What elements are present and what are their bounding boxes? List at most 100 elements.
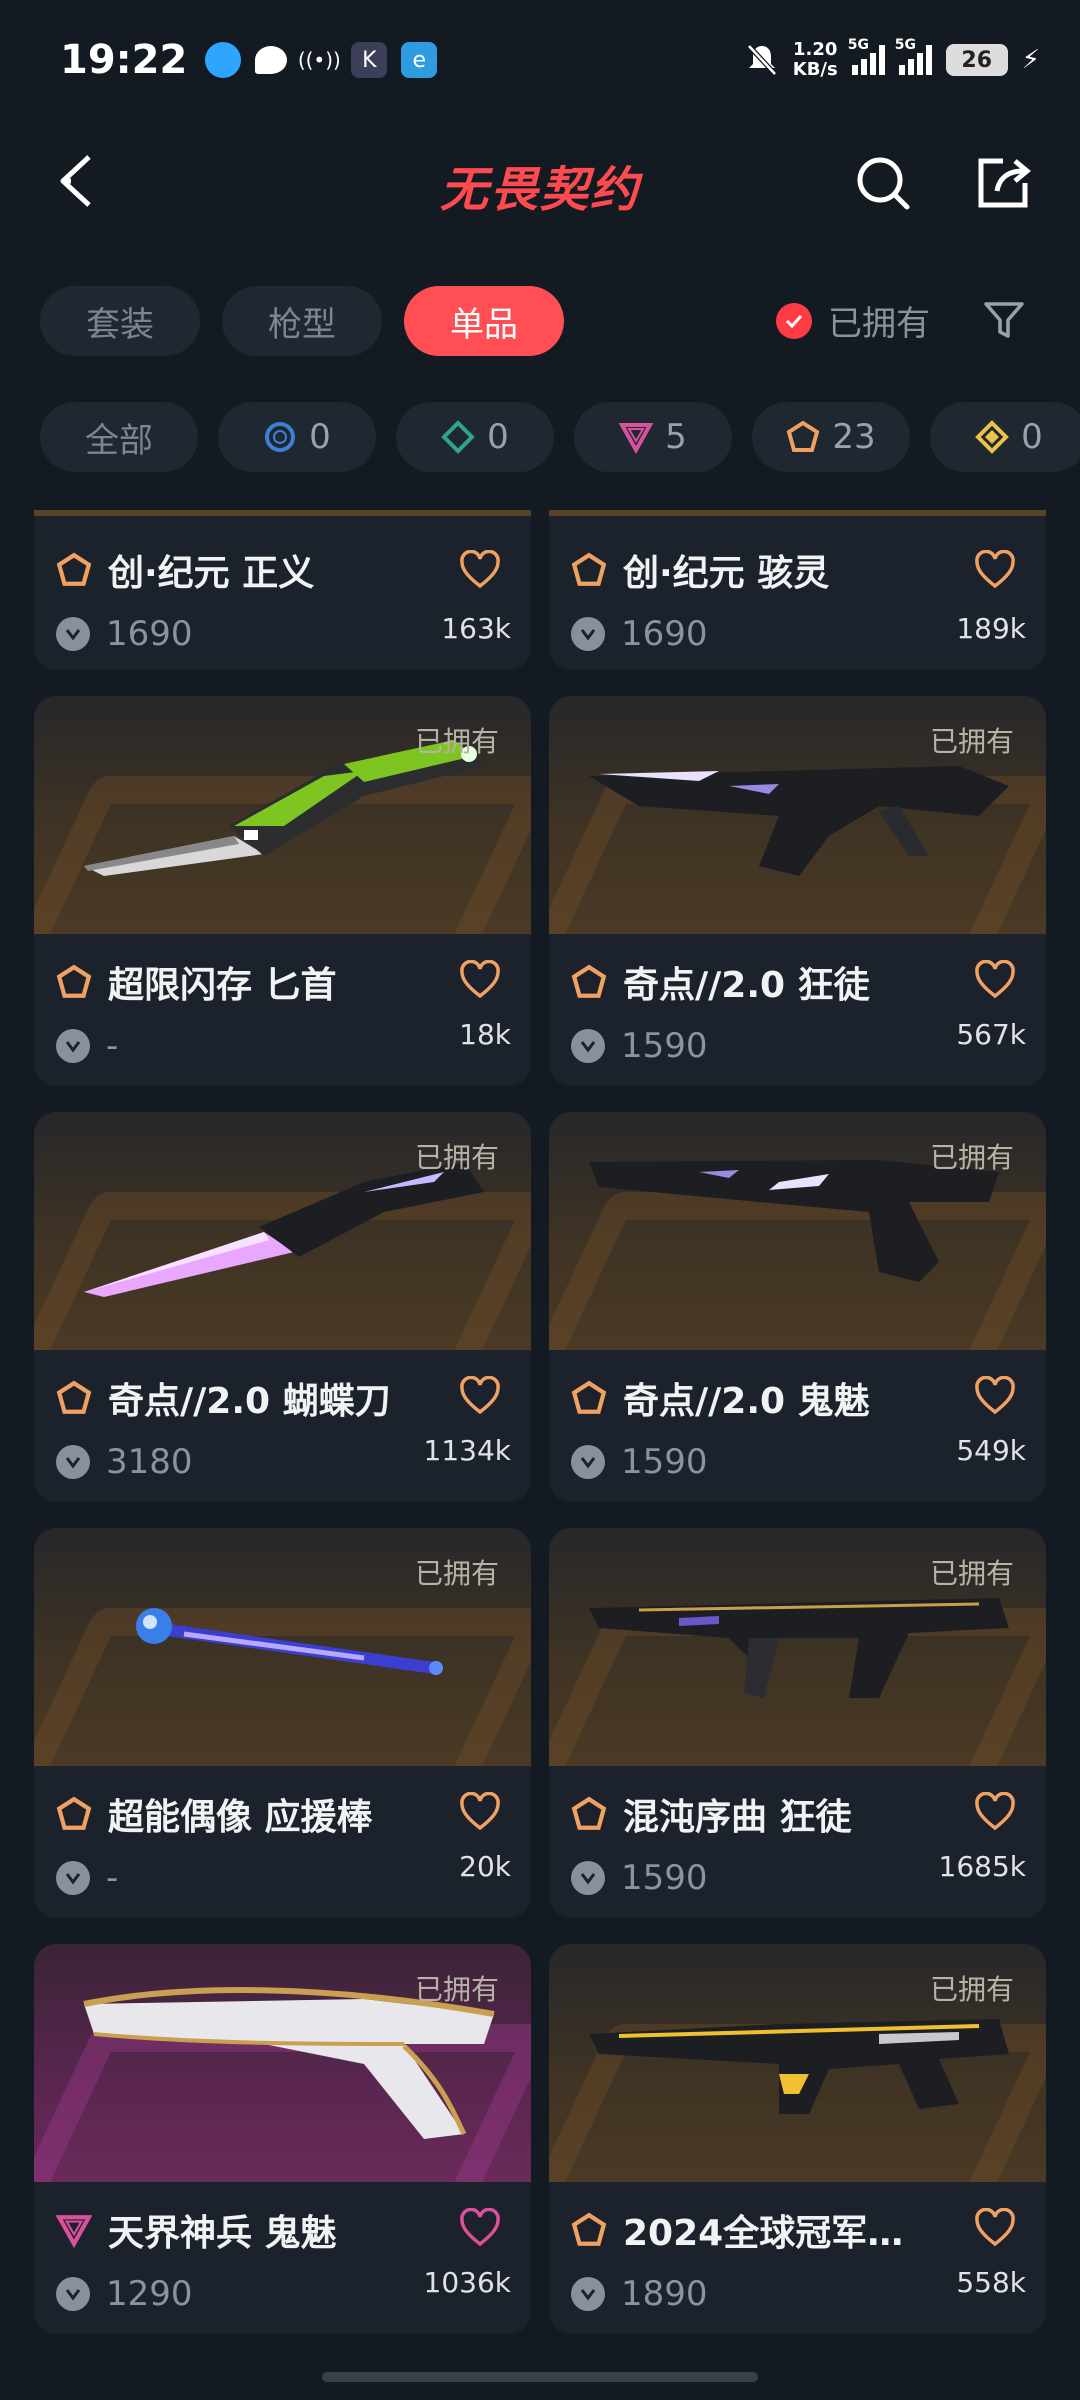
tier-filter-orange[interactable]: 23 bbox=[752, 402, 910, 472]
vp-currency-icon bbox=[571, 2277, 605, 2311]
item-name: 奇点//2.0 蝴蝶刀 bbox=[108, 1381, 391, 1422]
item-name: 超限闪存 匕首 bbox=[108, 965, 337, 1006]
item-card[interactable]: 创·纪元 骇灵 1690 189k bbox=[549, 510, 1046, 670]
item-name: 2024全球冠军… bbox=[623, 2213, 904, 2254]
item-name: 创·纪元 骇灵 bbox=[623, 553, 830, 594]
chat-bubble-icon bbox=[255, 46, 288, 74]
item-image: 已拥有 bbox=[549, 1112, 1046, 1350]
bell-muted-icon bbox=[746, 44, 777, 76]
item-price: 1590 bbox=[621, 1858, 708, 1898]
item-card[interactable]: 已拥有 混沌序曲 狂徒 1590 1685k bbox=[549, 1528, 1046, 1918]
app-k-icon: K bbox=[351, 42, 388, 78]
item-card[interactable]: 已拥有 2024全球冠军… 1890 558k bbox=[549, 1944, 1046, 2334]
like-count: 18k bbox=[459, 1018, 511, 1051]
vp-currency-icon bbox=[571, 1029, 605, 1063]
share-button[interactable] bbox=[968, 148, 1038, 218]
item-price: 1290 bbox=[106, 2274, 193, 2314]
heart-icon[interactable] bbox=[974, 1376, 1016, 1416]
owned-badge: 已拥有 bbox=[414, 725, 499, 758]
tier-filter-green[interactable]: 0 bbox=[396, 402, 554, 472]
heart-icon[interactable] bbox=[459, 2208, 501, 2248]
like-count: 558k bbox=[956, 2266, 1026, 2299]
item-card[interactable]: 已拥有 奇点//2.0 狂徒 1590 567k bbox=[549, 696, 1046, 1086]
tier-filter-pink[interactable]: 5 bbox=[574, 402, 732, 472]
tab-suits[interactable]: 套装 bbox=[40, 286, 200, 356]
vp-currency-icon bbox=[571, 1445, 605, 1479]
tier-filter-all[interactable]: 全部 bbox=[40, 402, 198, 472]
item-card[interactable]: 已拥有 奇点//2.0 鬼魅 1590 549k bbox=[549, 1112, 1046, 1502]
heart-icon[interactable] bbox=[974, 550, 1016, 590]
item-price: 1890 bbox=[621, 2274, 708, 2314]
share-icon bbox=[978, 158, 1031, 208]
owned-filter-toggle[interactable]: 已拥有 bbox=[776, 296, 930, 345]
heart-icon[interactable] bbox=[459, 1792, 501, 1832]
item-card[interactable]: 已拥有 超能偶像 应援棒 - 20k bbox=[34, 1528, 531, 1918]
like-count: 20k bbox=[459, 1850, 511, 1883]
vp-currency-icon bbox=[571, 1861, 605, 1895]
owned-badge: 已拥有 bbox=[929, 1141, 1014, 1174]
heart-icon[interactable] bbox=[974, 2208, 1016, 2248]
tier-pink-icon bbox=[619, 423, 654, 454]
like-count: 1685k bbox=[938, 1850, 1026, 1883]
tier-blue-icon bbox=[265, 422, 296, 452]
signal-2-icon: 5G bbox=[895, 37, 932, 75]
item-name: 创·纪元 正义 bbox=[108, 553, 315, 594]
search-button[interactable] bbox=[848, 148, 918, 218]
brand-logo: 无畏契约 bbox=[439, 162, 640, 218]
tier-orange-icon bbox=[571, 552, 607, 586]
item-image: 已拥有 bbox=[34, 1112, 531, 1350]
like-count: 549k bbox=[956, 1434, 1026, 1467]
tier-orange-icon bbox=[571, 964, 607, 998]
signal-1-icon: 5G bbox=[848, 37, 885, 75]
charging-icon: ⚡ bbox=[1021, 45, 1040, 75]
tab-gun-type[interactable]: 枪型 bbox=[222, 286, 382, 356]
tier-orange-icon bbox=[571, 1380, 607, 1414]
tier-orange-icon bbox=[56, 964, 92, 998]
item-price: 1590 bbox=[621, 1026, 708, 1066]
item-price: 1590 bbox=[621, 1442, 708, 1482]
item-image: 已拥有 bbox=[549, 1944, 1046, 2182]
type-tabs: 套装 枪型 单品 bbox=[40, 286, 564, 356]
item-card[interactable]: 已拥有 奇点//2.0 蝴蝶刀 3180 1134k bbox=[34, 1112, 531, 1502]
heart-icon[interactable] bbox=[974, 1792, 1016, 1832]
net-speed: 1.20 KB/s bbox=[792, 39, 838, 80]
item-image: 已拥有 bbox=[549, 1528, 1046, 1766]
status-time: 19:22 bbox=[60, 37, 188, 83]
item-name: 超能偶像 应援棒 bbox=[108, 1797, 373, 1838]
owned-filter-label: 已拥有 bbox=[828, 304, 930, 344]
owned-badge: 已拥有 bbox=[414, 1973, 499, 2006]
item-image: 已拥有 bbox=[34, 1528, 531, 1766]
filter-button[interactable] bbox=[974, 290, 1034, 350]
item-grid: 创·纪元 正义 1690 163k 创·纪元 骇灵 1690 189k 已拥有 … bbox=[34, 510, 1046, 2360]
vp-currency-icon bbox=[56, 1445, 90, 1479]
battery-icon: 26 bbox=[945, 44, 1008, 76]
search-icon bbox=[857, 157, 910, 210]
item-name: 奇点//2.0 狂徒 bbox=[623, 965, 870, 1006]
item-price: 1690 bbox=[106, 614, 193, 654]
item-name: 混沌序曲 狂徒 bbox=[623, 1797, 852, 1838]
like-count: 567k bbox=[956, 1018, 1026, 1051]
owned-badge: 已拥有 bbox=[929, 725, 1014, 758]
heart-icon[interactable] bbox=[459, 960, 501, 1000]
tier-filter-gold[interactable]: 0 bbox=[930, 402, 1080, 472]
home-indicator[interactable] bbox=[322, 2372, 758, 2382]
vp-currency-icon bbox=[56, 1861, 90, 1895]
item-card[interactable]: 已拥有 超限闪存 匕首 - 18k bbox=[34, 696, 531, 1086]
tier-orange-icon bbox=[571, 2212, 607, 2246]
tier-orange-icon bbox=[56, 1796, 92, 1830]
item-price: 3180 bbox=[106, 1442, 193, 1482]
tier-filter-blue[interactable]: 0 bbox=[218, 402, 376, 472]
funnel-icon bbox=[984, 302, 1024, 338]
like-count: 1036k bbox=[423, 2266, 511, 2299]
vp-currency-icon bbox=[571, 617, 605, 651]
tab-single-item[interactable]: 单品 bbox=[404, 286, 564, 356]
heart-icon[interactable] bbox=[459, 1376, 501, 1416]
item-image: 已拥有 bbox=[34, 696, 531, 934]
heart-icon[interactable] bbox=[974, 960, 1016, 1000]
owned-badge: 已拥有 bbox=[414, 1141, 499, 1174]
item-card[interactable]: 已拥有 天界神兵 鬼魅 1290 1036k bbox=[34, 1944, 531, 2334]
item-card[interactable]: 创·纪元 正义 1690 163k bbox=[34, 510, 531, 670]
checkmark-icon bbox=[776, 302, 812, 339]
item-price: 1690 bbox=[621, 614, 708, 654]
heart-icon[interactable] bbox=[459, 550, 501, 590]
